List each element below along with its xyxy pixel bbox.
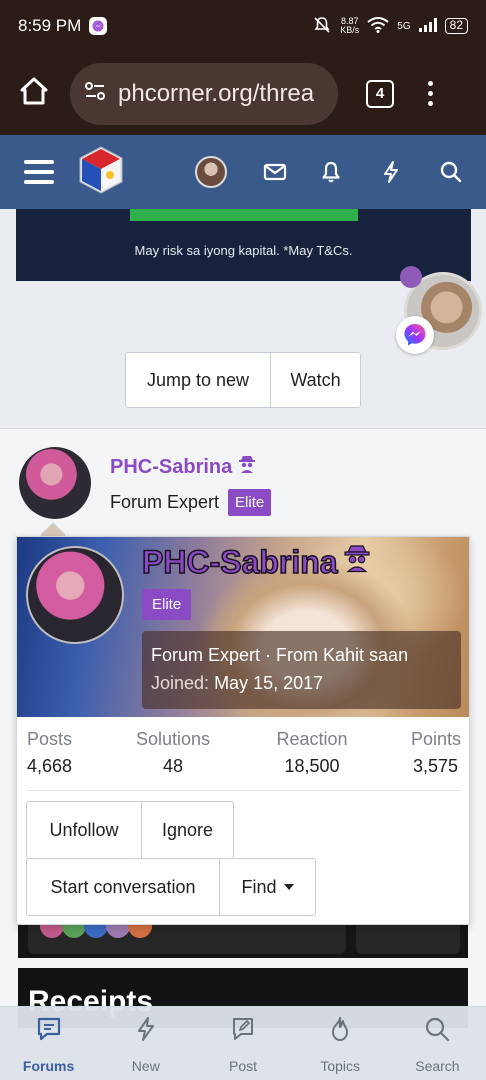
find-label: Find: [241, 876, 277, 897]
nav-forums[interactable]: Forums: [0, 1007, 97, 1080]
ignore-button[interactable]: Ignore: [141, 802, 233, 858]
card-divider: [27, 790, 461, 791]
member-joined: Joined: May 15, 2017: [151, 669, 452, 697]
wifi-icon: [367, 16, 389, 36]
topics-icon: [326, 1015, 354, 1048]
lightning-icon[interactable]: [378, 159, 404, 185]
ad-disclaimer: May risk sa iyong kapital. *May T&Cs.: [134, 243, 353, 258]
find-dropdown-button[interactable]: Find: [219, 859, 315, 915]
unfollow-button[interactable]: Unfollow: [27, 802, 141, 858]
stat-points[interactable]: Points 3,575: [411, 729, 461, 777]
watch-button[interactable]: Watch: [270, 353, 360, 407]
post-icon: [229, 1015, 257, 1048]
new-icon: [132, 1015, 160, 1048]
follow-actions: Unfollow Ignore: [26, 801, 234, 859]
stat-value: 4,668: [27, 756, 73, 776]
member-name[interactable]: PHC-Sabrina: [141, 543, 372, 581]
browser-toolbar: phcorner.org/threa 4: [0, 52, 486, 135]
bell-icon[interactable]: [318, 159, 344, 185]
signature-panel-right: [356, 924, 460, 954]
nav-label: Search: [415, 1058, 460, 1074]
forums-icon: [35, 1015, 63, 1048]
status-bar: 8:59 PM 8.87 KB/s 5G 82: [0, 0, 486, 52]
stat-label: Points: [410, 729, 461, 749]
address-bar[interactable]: phcorner.org/threa: [70, 62, 338, 125]
member-info-box: Forum Expert · From Kahit saan Joined: M…: [142, 631, 461, 709]
nav-label: Topics: [320, 1058, 361, 1074]
spy-icon: [238, 454, 256, 480]
site-settings-icon[interactable]: [82, 78, 108, 109]
network-type: 5G: [397, 20, 411, 32]
home-icon[interactable]: [16, 73, 52, 114]
poster-avatar[interactable]: [19, 447, 91, 519]
stat-value: 3,575: [412, 756, 458, 776]
caret-down-icon: [283, 884, 294, 890]
jump-to-new-button[interactable]: Jump to new: [126, 353, 270, 407]
thread-actions: Jump to new Watch: [125, 352, 361, 408]
nav-search[interactable]: Search: [389, 1007, 486, 1080]
ad-button-strip[interactable]: [130, 209, 358, 221]
site-header: [0, 135, 486, 209]
member-tooltip-card: PHC-Sabrina Elite Forum Expert · From Ka…: [16, 536, 470, 925]
start-conversation-button[interactable]: Start conversation: [27, 859, 219, 915]
inbox-icon[interactable]: [262, 159, 288, 185]
stat-posts[interactable]: Posts 4,668: [27, 729, 72, 777]
battery-indicator: 82: [444, 18, 468, 34]
user-avatar[interactable]: [195, 156, 227, 188]
member-stats: Posts 4,668 Solutions 48 Reaction 18,500…: [17, 729, 469, 791]
net-speed-unit: KB/s: [340, 25, 360, 35]
chat-head-status-dot: [400, 266, 422, 288]
bottom-navigation: Forums New Post Topics Search: [0, 1006, 486, 1080]
search-icon[interactable]: [438, 159, 464, 185]
spy-icon: [342, 543, 372, 581]
nav-label: New: [131, 1058, 160, 1074]
poster-title-text: Forum Expert: [110, 492, 220, 512]
stat-value: 18,500: [284, 756, 340, 776]
stat-label: Posts: [27, 729, 73, 749]
url-text: phcorner.org/threa: [118, 79, 315, 107]
stat-label: Solutions: [135, 729, 211, 749]
nav-label: Post: [229, 1058, 258, 1074]
browser-menu-icon[interactable]: [428, 81, 433, 106]
stat-label: Reaction: [276, 729, 348, 749]
stat-reaction[interactable]: Reaction 18,500: [267, 729, 357, 777]
nav-label: Forums: [22, 1058, 75, 1074]
stat-value: 48: [162, 756, 184, 776]
clock: 8:59 PM: [18, 16, 82, 35]
poster-name-text[interactable]: PHC-Sabrina: [110, 456, 232, 479]
poster-elite-badge: Elite: [228, 489, 272, 516]
messenger-notification-icon: [89, 17, 108, 35]
member-avatar[interactable]: [26, 546, 124, 644]
network-speed: 8.87 KB/s: [340, 17, 359, 35]
joined-date: May 15, 2017: [214, 673, 324, 693]
joined-label: Joined:: [151, 673, 210, 693]
member-elite-badge: Elite: [142, 589, 192, 620]
nav-new[interactable]: New: [97, 1007, 194, 1080]
signal-icon: [418, 17, 437, 35]
bell-muted-icon: [312, 15, 332, 38]
poster-user-title: Forum Expert Elite: [110, 489, 272, 516]
poster-name[interactable]: PHC-Sabrina: [110, 454, 256, 480]
nav-topics[interactable]: Topics: [292, 1007, 389, 1080]
stat-solutions[interactable]: Solutions 48: [133, 729, 213, 777]
tab-switcher-button[interactable]: 4: [366, 79, 394, 108]
member-tagline: Forum Expert · From Kahit saan: [151, 645, 409, 665]
member-name-text[interactable]: PHC-Sabrina: [141, 543, 338, 581]
site-logo[interactable]: [76, 145, 126, 200]
hamburger-menu-icon[interactable]: [24, 160, 54, 184]
reaction-avatars[interactable]: [40, 924, 152, 938]
nav-post[interactable]: Post: [194, 1007, 291, 1080]
conversation-actions: Start conversation Find: [26, 858, 316, 916]
search-icon: [423, 1015, 451, 1048]
messenger-icon[interactable]: [396, 316, 434, 354]
